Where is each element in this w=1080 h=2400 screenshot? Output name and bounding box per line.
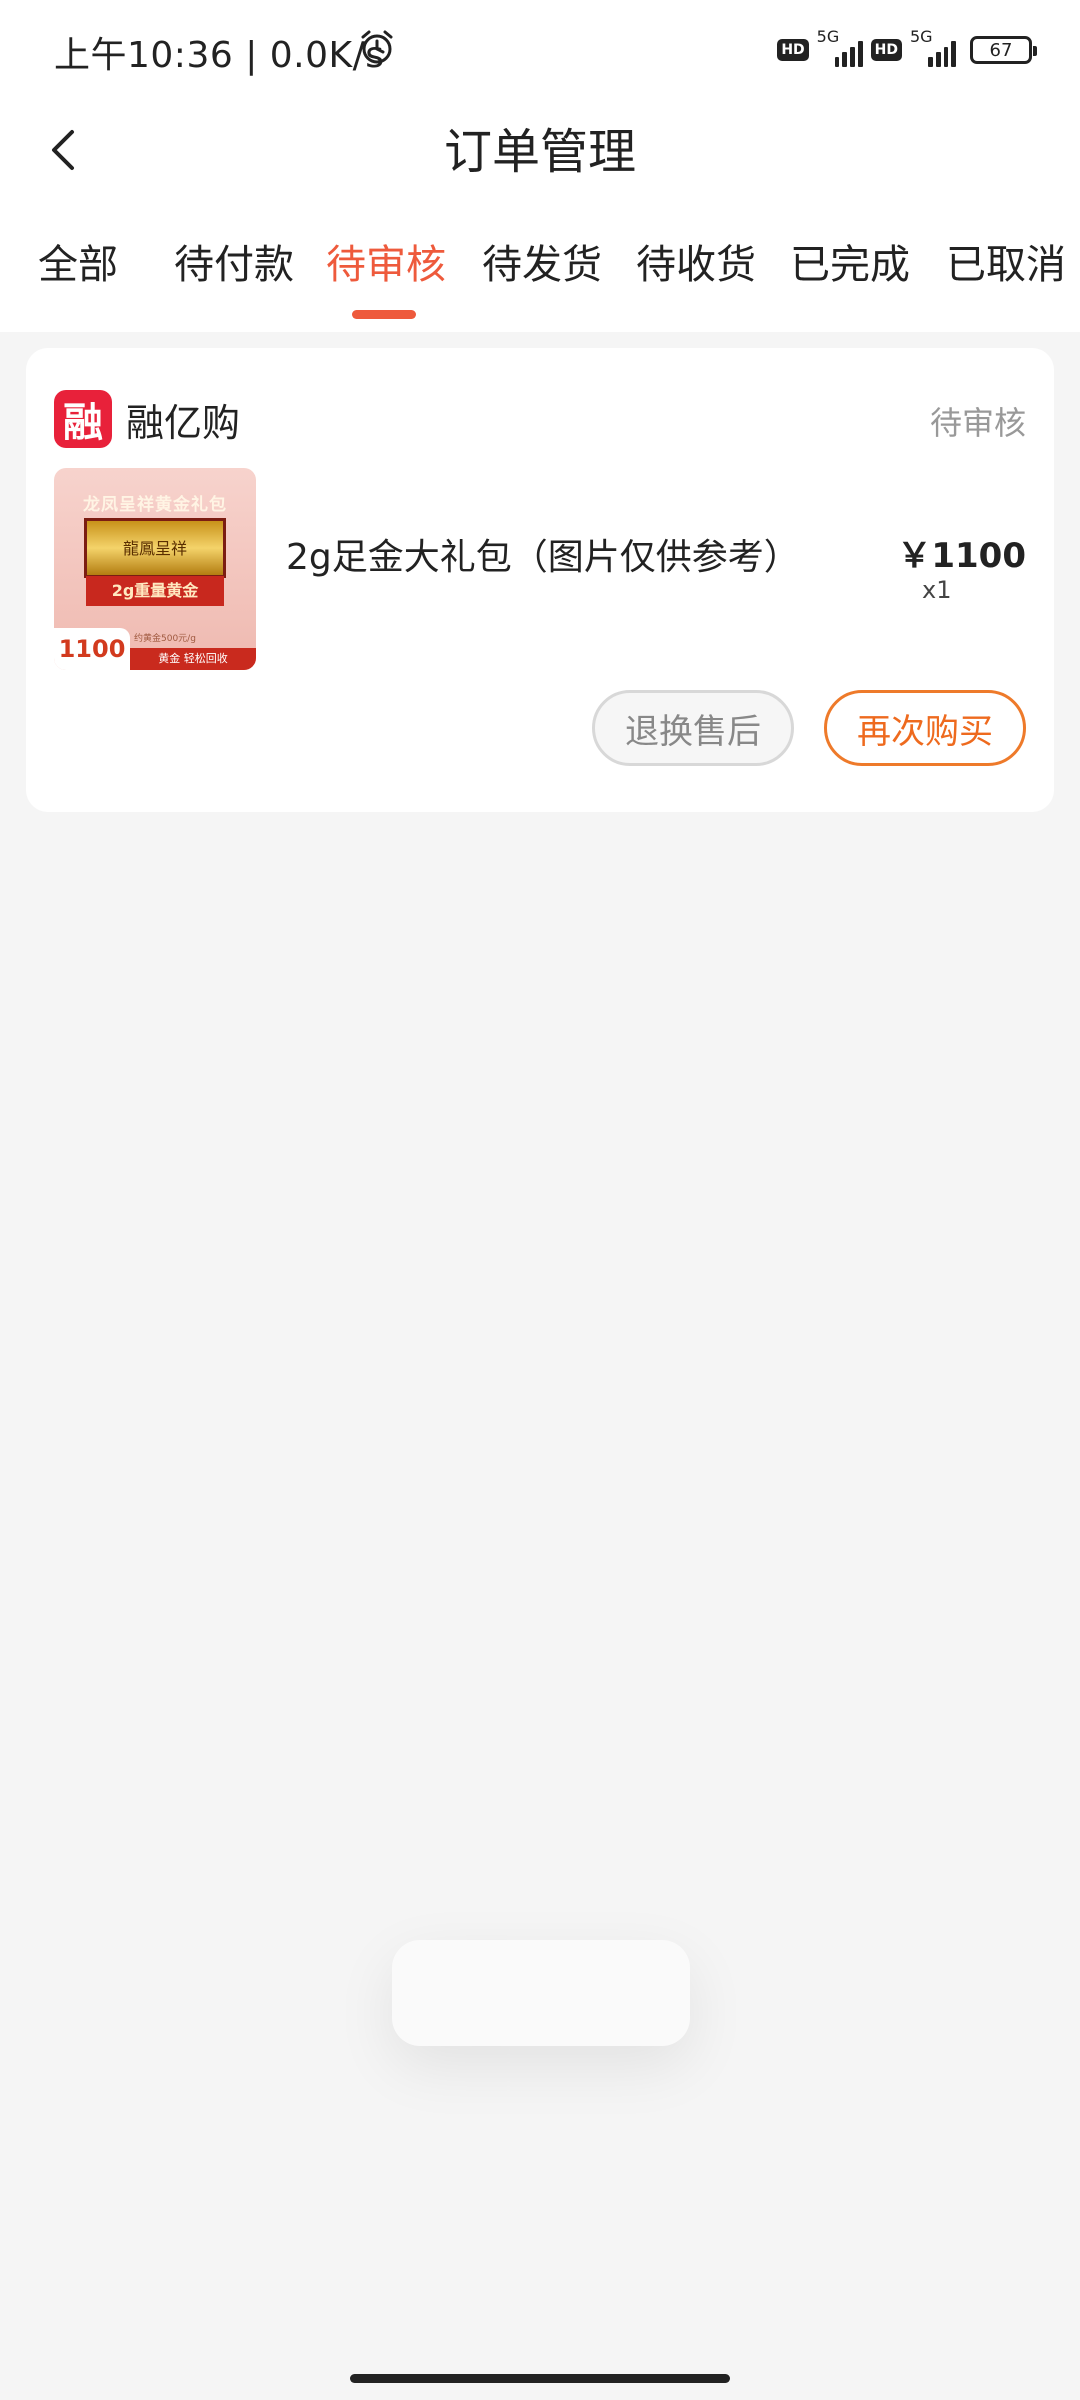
hd-badge: HD [777, 39, 809, 61]
signal-icon: 5G [910, 27, 956, 67]
shop-logo: 融 [54, 390, 112, 448]
home-indicator[interactable] [350, 2374, 730, 2383]
rebuy-button[interactable]: 再次购买 [824, 690, 1026, 766]
status-time: 上午10:36 | 0.0K/s [54, 35, 385, 76]
network-gen: 5G [910, 27, 933, 46]
thumb-foot: 黄金 轻松回收 [130, 648, 256, 670]
order-status: 待审核 [929, 404, 1026, 442]
tab-cancelled[interactable]: 已取消 [946, 232, 1066, 290]
thumb-ribbon: 2g重量黄金 [86, 576, 224, 606]
thumb-headline: 龙凤呈祥黄金礼包 [83, 495, 227, 515]
tab-pending-payment[interactable]: 待付款 [174, 232, 294, 290]
order-tabs: 全部 待付款 待审核 待发货 待收货 已完成 已取消 [0, 232, 1080, 322]
alarm-icon [361, 30, 393, 64]
tab-pending-receipt[interactable]: 待收货 [636, 232, 756, 290]
page-title: 订单管理 [443, 124, 636, 180]
thumb-note: 约黄金500元/g [134, 634, 196, 644]
bar-engraving: 龍鳳呈祥 [122, 539, 187, 558]
tab-pending-review[interactable]: 待审核 [326, 232, 446, 290]
network-gen: 5G [816, 27, 840, 46]
tab-all[interactable]: 全部 [38, 232, 118, 290]
battery-icon: 67 [970, 36, 1037, 64]
signal-icon: 5G [817, 27, 863, 67]
product-price: ￥1100 [897, 536, 1026, 576]
battery-level: 67 [989, 39, 1013, 61]
order-card[interactable]: 融 融亿购 待审核 龙凤呈祥黄金礼包 龍鳳呈祥 2g重量黄金 约黄金500元/g… [26, 348, 1054, 812]
aftersale-button[interactable]: 退换售后 [592, 690, 794, 766]
hd-badge: HD [870, 39, 902, 61]
product-name[interactable]: 2g足金大礼包（图片仅供参考） [286, 528, 800, 580]
gold-bar-image: 龍鳳呈祥 [84, 518, 226, 578]
product-thumbnail[interactable]: 龙凤呈祥黄金礼包 龍鳳呈祥 2g重量黄金 约黄金500元/g 黄金 轻松回收 1… [54, 468, 256, 670]
toast [392, 1940, 690, 2046]
tab-completed[interactable]: 已完成 [790, 232, 910, 290]
active-tab-indicator [352, 310, 416, 319]
thumb-price: 1100 [54, 628, 130, 670]
tab-pending-shipment[interactable]: 待发货 [482, 232, 602, 290]
status-bar: 上午10:36 | 0.0K/s HD 5G HD 5G 67 [0, 0, 1080, 100]
status-right: HD 5G HD 5G 67 [777, 27, 1037, 70]
navigation-bar: 订单管理 [0, 100, 1080, 220]
product-quantity: x1 [922, 576, 952, 604]
shop-name[interactable]: 融亿购 [126, 392, 240, 447]
